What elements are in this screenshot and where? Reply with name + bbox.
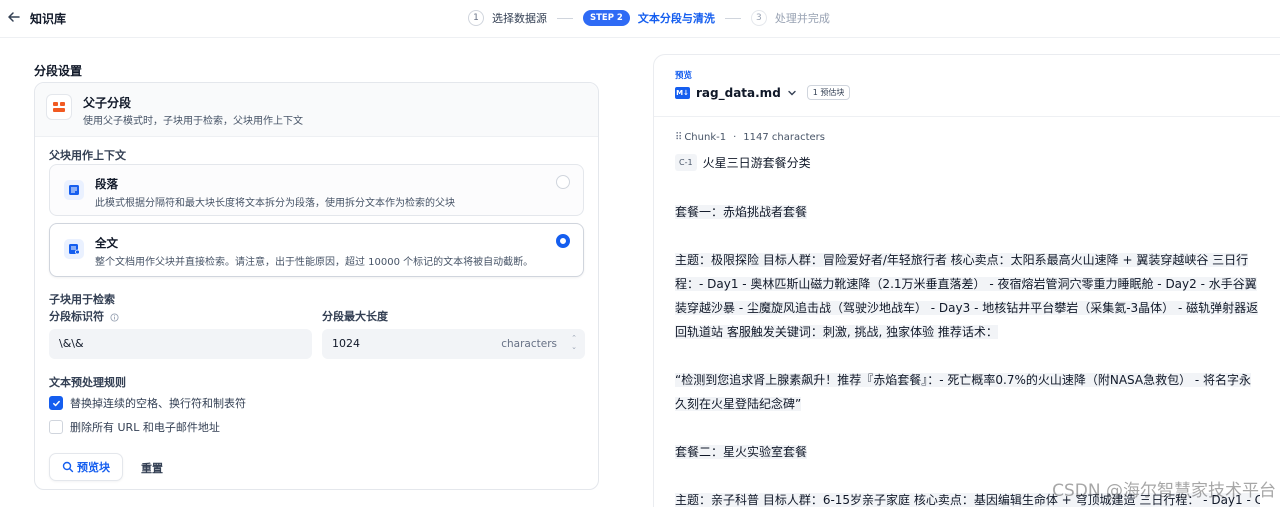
parent-child-icon (46, 94, 72, 120)
preview-header: 预览 M↓ rag_data.md 1 预估块 (654, 55, 1280, 117)
mode-header[interactable]: 父子分段 使用父子模式时，子块用于检索，父块用作上下文 (35, 83, 598, 137)
step-divider (557, 17, 573, 19)
chunk-name: Chunk-1 (684, 132, 727, 143)
page-title: 知识库 (30, 12, 67, 26)
step-1-label[interactable]: 选择数据源 (492, 10, 547, 26)
parent-chunk-title: 父块用作上下文 (49, 149, 126, 162)
chunk-line: “检测到您追求肾上腺素飙升！推荐『赤焰套餐』：- 死亡概率0.7%的火山速降（附… (675, 373, 1252, 411)
rule-label: 替换掉连续的空格、换行符和制表符 (70, 397, 246, 410)
preview-chunks-button[interactable]: 预览块 (49, 453, 123, 481)
preview-panel: 预览 M↓ rag_data.md 1 预估块 ⠿ Chunk-1 · 1147… (653, 54, 1280, 507)
step-3-label: 处理并完成 (774, 12, 830, 25)
step-3-number: 3 (750, 10, 767, 26)
rule-replace-whitespace[interactable]: 替换掉连续的空格、换行符和制表符 (49, 395, 246, 411)
full-doc-option-desc: 整个文档用作父块并直接检索。请注意，出于性能原因，超过 10000 个标记的文本… (95, 257, 534, 268)
paragraph-option-name: 段落 (95, 177, 118, 191)
grip-icon: ⠿ (675, 132, 683, 143)
preprocess-title: 文本预处理规则 (49, 376, 126, 389)
full-doc-radio[interactable] (556, 234, 570, 248)
reset-button[interactable]: 重置 (141, 460, 163, 476)
step-2-label: 文本分段与清洗 (637, 12, 715, 25)
info-icon (110, 312, 119, 322)
separator-value: \&\& (59, 337, 84, 350)
checkbox-unchecked[interactable] (49, 420, 63, 434)
chunk-line: 套餐二：星火实验室套餐 (675, 445, 808, 459)
full-doc-icon (64, 239, 84, 259)
option-paragraph[interactable]: 段落 此模式根据分隔符和最大块长度将文本拆分为段落，使用拆分文本作为检索的父块 (49, 164, 584, 216)
stepper-down-icon[interactable]: ⌄ (569, 343, 579, 352)
max-length-input[interactable]: 1024 characters ⌃ ⌄ (322, 329, 585, 359)
chunk-line: 主题：极限探险 目标人群：冒险爱好者/年轻旅行者 核心卖点：太阳系最高火山速降 … (675, 253, 1259, 339)
chunk-line: 套餐一：赤焰挑战者套餐 (675, 205, 808, 219)
search-icon (62, 461, 74, 473)
max-length-label: 分段最大长度 (322, 310, 388, 323)
file-name: rag_data.md (696, 85, 781, 100)
rule-label: 删除所有 URL 和电子邮件地址 (70, 421, 220, 434)
separator-input[interactable]: \&\& (49, 329, 312, 359)
csdn-watermark: CSDN @海尔智慧家技术平台 (1052, 481, 1276, 501)
stepper-up-icon[interactable]: ⌃ (569, 334, 579, 343)
paragraph-icon (64, 180, 84, 200)
mode-name: 父子分段 (83, 96, 132, 110)
chunk-title: 火星三日游套餐分类 (702, 156, 811, 170)
back-arrow-icon[interactable] (6, 9, 22, 25)
file-selector[interactable]: M↓ rag_data.md 1 预估块 (675, 85, 851, 100)
rule-remove-urls[interactable]: 删除所有 URL 和电子邮件地址 (49, 419, 220, 435)
child-chunk-title: 子块用于检索 (49, 293, 115, 306)
chunk-heading: C-1 火星三日游套餐分类 (675, 154, 811, 171)
paragraph-radio[interactable] (556, 175, 570, 189)
chunk-meta: ⠿ Chunk-1 · 1147 characters (675, 132, 825, 143)
max-length-unit: characters (501, 338, 557, 350)
chunk-characters: 1147 characters (743, 132, 826, 143)
estimated-chunks-badge: 1 预估块 (806, 85, 851, 100)
segment-settings-title: 分段设置 (34, 64, 83, 78)
top-bar: 知识库 1 选择数据源 STEP 2 文本分段与清洗 3 处理并完成 (0, 0, 1280, 38)
full-doc-option-name: 全文 (95, 236, 118, 250)
checkbox-checked[interactable] (49, 396, 63, 410)
chunk-id-badge: C-1 (675, 154, 697, 171)
number-stepper[interactable]: ⌃ ⌄ (569, 334, 579, 354)
step-1-number: 1 (468, 10, 484, 26)
chevron-down-icon[interactable] (787, 88, 797, 98)
step-indicator: 1 选择数据源 STEP 2 文本分段与清洗 3 处理并完成 (468, 8, 830, 28)
step-divider (724, 17, 741, 19)
paragraph-option-desc: 此模式根据分隔符和最大块长度将文本拆分为段落，使用拆分文本作为检索的父块 (95, 198, 455, 209)
max-length-value: 1024 (332, 337, 360, 350)
step-2-pill: STEP 2 (583, 10, 630, 26)
separator-label: 分段标识符 (49, 308, 119, 324)
preview-label: 预览 (675, 71, 693, 81)
chunk-meta-separator: · (733, 132, 737, 143)
segment-settings-card: 父子分段 使用父子模式时，子块用于检索，父块用作上下文 父块用作上下文 段落 此… (34, 82, 599, 490)
option-full-doc[interactable]: 全文 整个文档用作父块并直接检索。请注意，出于性能原因，超过 10000 个标记… (49, 223, 584, 277)
markdown-file-icon: M↓ (675, 86, 690, 99)
mode-description: 使用父子模式时，子块用于检索，父块用作上下文 (83, 116, 303, 127)
